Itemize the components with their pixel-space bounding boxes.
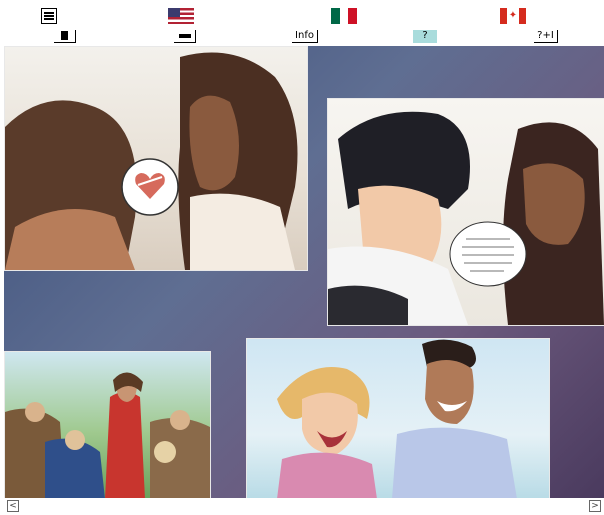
previous-page-button[interactable]: < [7,500,19,512]
ticket-icon-button[interactable] [174,30,196,43]
hamburger-menu-icon[interactable] [41,8,57,24]
comic-panel-crying-girl[interactable] [327,98,604,326]
toolbar: ✦ Info ? ?+I [0,0,604,46]
illustration-happy-couple[interactable] [246,338,550,498]
illustration-jesus-crowd[interactable] [4,351,211,498]
illustration [5,372,210,498]
comic-illustration [328,111,604,325]
ticket-icon [178,34,191,38]
help-button[interactable]: ? [413,30,437,43]
illustration [277,339,517,498]
mexico-flag[interactable] [331,8,358,24]
help-info-button[interactable]: ?+I [534,30,558,43]
next-page-button[interactable]: > [589,500,601,512]
comic-illustration [5,52,298,270]
bible-icon-button[interactable] [54,30,76,43]
book-icon [61,31,68,40]
comic-panel-heart-bubble[interactable] [4,46,308,271]
image-viewer[interactable] [4,46,604,498]
info-button[interactable]: Info [292,30,318,43]
canada-flag[interactable]: ✦ [500,8,526,24]
us-flag[interactable] [168,8,194,24]
